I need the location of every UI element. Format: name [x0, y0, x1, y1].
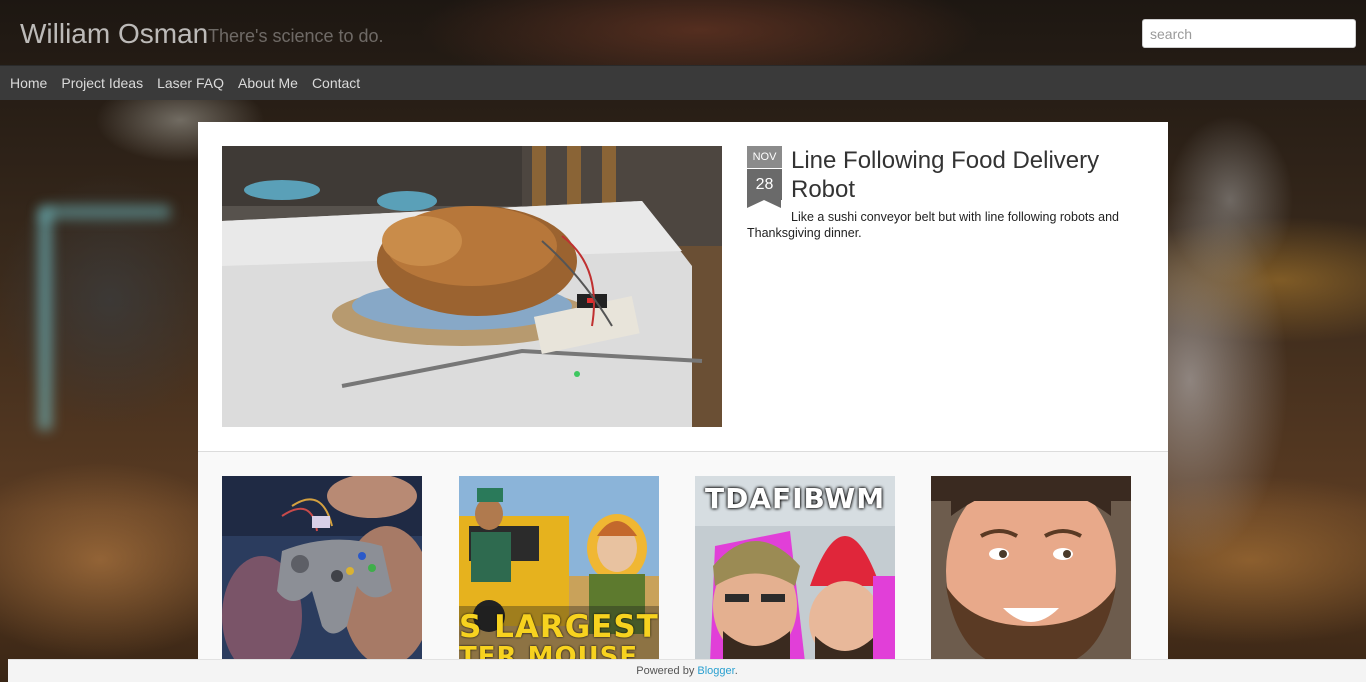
footer-blogger-link[interactable]: Blogger: [697, 665, 734, 677]
background-detail: [40, 205, 170, 219]
search-input[interactable]: [1142, 19, 1356, 48]
nav-item-home[interactable]: Home: [10, 75, 47, 91]
date-ribbon: [747, 200, 781, 208]
post-thumbnail[interactable]: [931, 476, 1131, 662]
site-footer: Powered by Blogger.: [8, 659, 1366, 682]
featured-post-image[interactable]: [222, 146, 722, 427]
date-month: NOV: [747, 146, 782, 168]
date-day: 28: [747, 169, 782, 200]
background-detail: [38, 210, 52, 430]
post-thumbnail[interactable]: TDAFIBWM: [695, 476, 895, 662]
turkey-robot-photo: [222, 146, 722, 427]
bearded-man-image: [931, 476, 1131, 662]
footer-suffix: .: [734, 665, 738, 677]
thumbnail-overlay-text: TDAFIBWM: [705, 482, 886, 515]
nav-item-contact[interactable]: Contact: [312, 75, 360, 91]
nav-item-project-ideas[interactable]: Project Ideas: [61, 75, 143, 91]
post-thumbnail[interactable]: [222, 476, 422, 662]
main-content: NOV 28 Line Following Food Delivery Robo…: [198, 122, 1168, 662]
nav-item-about-me[interactable]: About Me: [238, 75, 298, 91]
post-thumbnail[interactable]: S LARGEST TER MOUSE: [459, 476, 659, 662]
site-title[interactable]: William Osman: [20, 18, 208, 50]
n64-controller-image: [222, 476, 422, 662]
featured-post: NOV 28 Line Following Food Delivery Robo…: [198, 122, 1168, 452]
post-title[interactable]: Line Following Food Delivery Robot: [791, 146, 1141, 204]
post-snippet: Like a sushi conveyor belt but with line…: [747, 210, 1119, 240]
main-nav: Home Project Ideas Laser FAQ About Me Co…: [0, 65, 1366, 100]
site-tagline: There's science to do.: [208, 26, 384, 46]
date-badge: NOV 28: [747, 146, 782, 208]
footer-powered-by: Powered by: [636, 665, 695, 677]
post-thumbnails: S LARGEST TER MOUSE TDAFIBWM: [222, 476, 1162, 662]
site-header: William Osman There's science to do.: [0, 0, 1366, 65]
thumbnail-overlay-text: S LARGEST: [459, 609, 659, 645]
nav-item-laser-faq[interactable]: Laser FAQ: [157, 75, 224, 91]
